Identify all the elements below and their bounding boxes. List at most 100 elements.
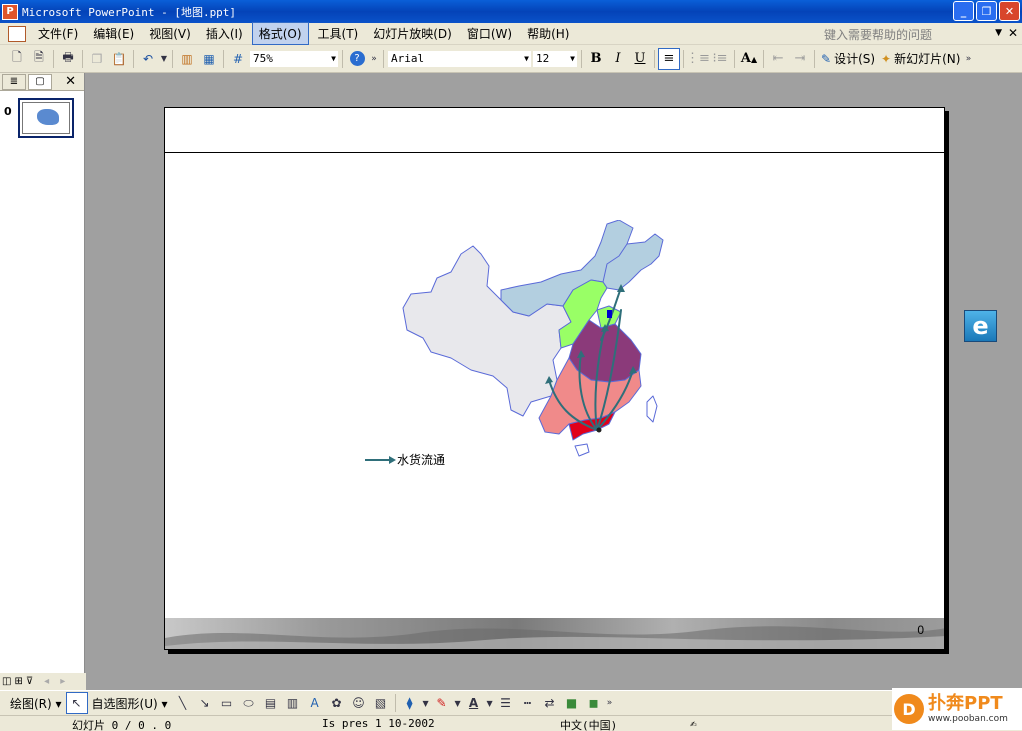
- oval-tool-icon[interactable]: ⬭: [238, 692, 260, 714]
- vertical-textbox-icon[interactable]: ▥: [282, 692, 304, 714]
- menu-file[interactable]: 文件(F): [32, 23, 84, 44]
- map-region-hainan: [574, 443, 590, 457]
- view-buttons: ◫ ⊞ ⊽ ◂ ▸: [0, 673, 86, 690]
- china-map[interactable]: [401, 220, 681, 460]
- menu-help[interactable]: 帮助(H): [521, 23, 575, 44]
- chevron-down-icon[interactable]: ▼: [995, 28, 1002, 38]
- print-icon[interactable]: 🖶: [57, 48, 79, 70]
- legend-arrow-icon: [365, 455, 396, 464]
- toolbar-divider: [223, 49, 224, 68]
- increase-font-icon[interactable]: A ▲: [738, 48, 760, 70]
- close-pane-icon[interactable]: ✕: [65, 74, 76, 89]
- undo-icon[interactable]: ↶: [137, 48, 159, 70]
- scroll-left-icon[interactable]: ◂: [44, 676, 49, 687]
- increase-indent-icon[interactable]: ⇥: [789, 48, 811, 70]
- arrow-tool-icon[interactable]: ↘: [194, 692, 216, 714]
- help-search-box[interactable]: 键入需要帮助的问题: [824, 26, 1004, 42]
- zoom-select[interactable]: 75% ▼: [249, 49, 339, 68]
- design-button[interactable]: ✎ 设计(S): [818, 50, 878, 67]
- menu-window[interactable]: 窗口(W): [461, 23, 518, 44]
- slide-footer-band: [165, 618, 944, 649]
- map-legend[interactable]: 水货流通: [365, 451, 445, 468]
- drawing-toolbar: 绘图(R) ▾ ↖ 自选图形(U) ▾ ╲ ↘ ▭ ⬭ ▤ ▥ A ✿ ☺ ▧ …: [0, 690, 1022, 715]
- restore-button[interactable]: ❐: [976, 1, 997, 21]
- new-slide-button[interactable]: ✦ 新幻灯片(N): [878, 50, 963, 67]
- slide-canvas[interactable]: 水货流通 0: [164, 107, 945, 650]
- toolbar-divider: [133, 49, 134, 68]
- slide-thumbnail[interactable]: [18, 98, 74, 138]
- bullets-icon[interactable]: ⁝≡: [709, 48, 731, 70]
- undo-dropdown-icon[interactable]: ▼: [159, 48, 169, 70]
- language-status: 中文(中国): [560, 719, 618, 731]
- font-size-value: 12: [536, 52, 550, 65]
- spelling-check-icon[interactable]: ✍: [690, 717, 697, 730]
- numbering-icon[interactable]: ⋮≡: [686, 48, 710, 70]
- document-icon[interactable]: [8, 25, 26, 42]
- menu-edit[interactable]: 编辑(E): [87, 23, 140, 44]
- line-style-icon[interactable]: ☰: [495, 692, 517, 714]
- marker-blue: [607, 310, 612, 318]
- line-color-dropdown-icon[interactable]: ▼: [453, 692, 463, 714]
- picture-icon[interactable]: ▧: [370, 692, 392, 714]
- diagram-icon[interactable]: ✿: [326, 692, 348, 714]
- decrease-indent-icon[interactable]: ⇤: [767, 48, 789, 70]
- select-pointer-icon[interactable]: ↖: [65, 692, 88, 714]
- align-left-button[interactable]: ≡: [658, 47, 680, 70]
- toolbar-divider: [814, 49, 815, 68]
- slideshow-icon[interactable]: ⊽: [26, 676, 33, 687]
- underline-button[interactable]: U: [629, 48, 651, 70]
- italic-button[interactable]: I: [607, 48, 629, 70]
- toolbar-divider: [683, 49, 684, 68]
- slide-position-status: 幻灯片 0 / 0 . 0: [72, 719, 172, 731]
- toolbar-options-icon[interactable]: »: [963, 48, 973, 70]
- wordart-icon[interactable]: A: [304, 692, 326, 714]
- map-region-taiwan: [646, 395, 658, 423]
- insert-chart-icon[interactable]: ▥: [176, 48, 198, 70]
- draw-menu-button[interactable]: 绘图(R) ▾: [6, 695, 66, 712]
- line-color-icon[interactable]: ✎: [431, 692, 453, 714]
- paste-icon[interactable]: 📋: [108, 48, 130, 70]
- minimize-button[interactable]: _: [953, 1, 974, 21]
- scroll-right-icon[interactable]: ▸: [60, 676, 65, 687]
- powerpoint-app-icon[interactable]: P: [2, 3, 18, 20]
- textbox-tool-icon[interactable]: ▤: [260, 692, 282, 714]
- line-tool-icon[interactable]: ╲: [172, 692, 194, 714]
- close-button[interactable]: ✕: [999, 1, 1020, 21]
- font-select[interactable]: Arial ▼: [387, 49, 532, 68]
- fill-color-icon[interactable]: ⧫: [399, 692, 421, 714]
- clipart-icon[interactable]: ☺: [348, 692, 370, 714]
- grid-icon[interactable]: #: [227, 48, 249, 70]
- dash-style-icon[interactable]: ┅: [517, 692, 539, 714]
- 3d-style-icon[interactable]: ◼: [583, 692, 605, 714]
- insert-table-icon[interactable]: ▦: [198, 48, 220, 70]
- rectangle-tool-icon[interactable]: ▭: [216, 692, 238, 714]
- font-size-select[interactable]: 12 ▼: [532, 49, 578, 68]
- ie-browser-icon[interactable]: e: [964, 310, 997, 342]
- pooban-logo-icon: D: [894, 694, 924, 724]
- menu-slideshow[interactable]: 幻灯片放映(D): [367, 23, 458, 44]
- shadow-style-icon[interactable]: ■: [561, 692, 583, 714]
- fill-color-dropdown-icon[interactable]: ▼: [421, 692, 431, 714]
- permission-icon[interactable]: 🗎: [28, 48, 50, 70]
- font-color-icon[interactable]: A: [463, 692, 485, 714]
- menu-insert[interactable]: 插入(I): [200, 23, 249, 44]
- new-document-icon[interactable]: 🗋: [6, 48, 28, 70]
- menu-view[interactable]: 视图(V): [143, 23, 197, 44]
- close-document-icon[interactable]: ✕: [1008, 26, 1018, 40]
- help-icon[interactable]: ?: [346, 48, 368, 70]
- slides-tab[interactable]: ▢: [28, 73, 52, 90]
- toolbar-options-icon[interactable]: »: [605, 692, 615, 714]
- menu-format[interactable]: 格式(O): [251, 22, 309, 45]
- outline-tab[interactable]: ≣: [2, 73, 26, 90]
- toolbar-options-icon[interactable]: »: [368, 48, 380, 70]
- toolbar-divider: [342, 49, 343, 68]
- autoshapes-button[interactable]: 自选图形(U) ▾: [88, 695, 172, 712]
- menu-tools[interactable]: 工具(T): [312, 23, 365, 44]
- slide-sorter-icon[interactable]: ⊞: [14, 676, 22, 687]
- normal-view-icon[interactable]: ◫: [2, 676, 11, 687]
- thumbnail-preview: [22, 102, 70, 134]
- copy-icon[interactable]: ❐: [86, 48, 108, 70]
- font-color-dropdown-icon[interactable]: ▼: [485, 692, 495, 714]
- arrow-style-icon[interactable]: ⇄: [539, 692, 561, 714]
- bold-button[interactable]: B: [585, 48, 607, 70]
